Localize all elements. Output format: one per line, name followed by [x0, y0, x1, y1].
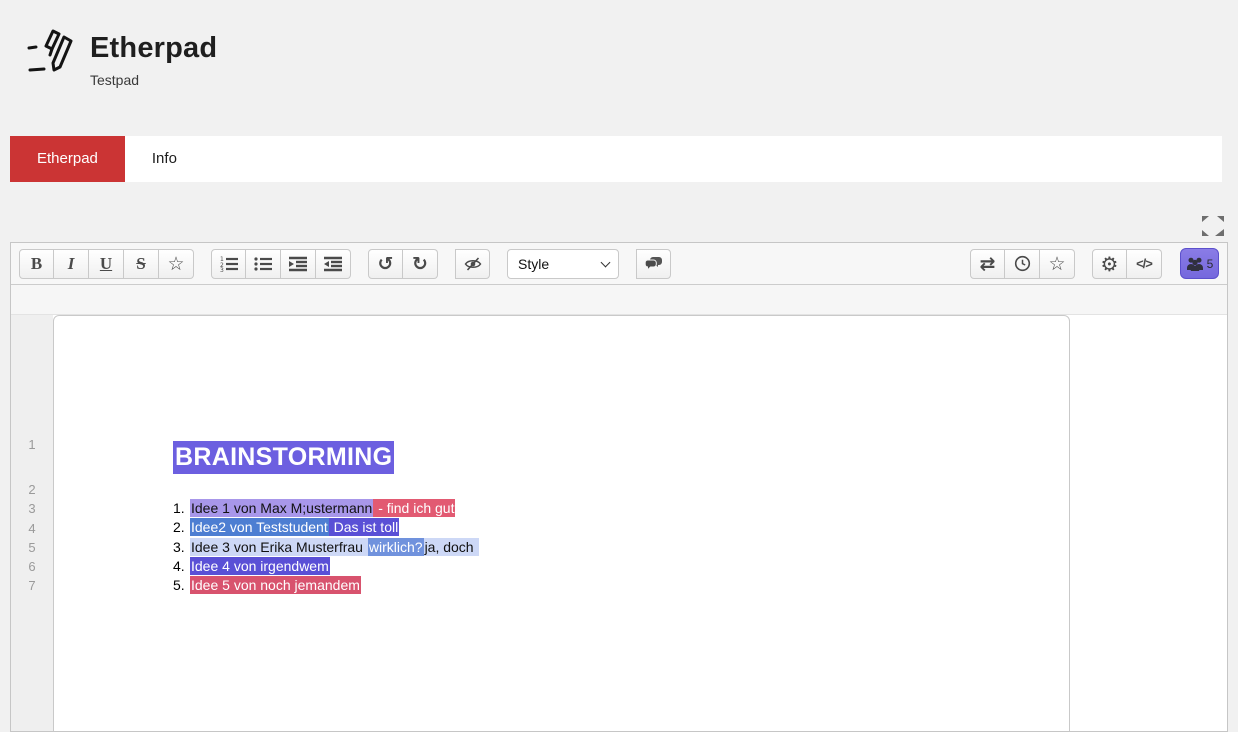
author-highlighted-text: wirklich?: [368, 538, 424, 556]
author-highlighted-text: Idee 1 von Max M;ustermann: [190, 499, 373, 517]
list-marker: 1.: [173, 499, 187, 518]
unordered-list-button[interactable]: [246, 249, 281, 279]
tab-bar: Etherpad Info: [10, 136, 1222, 182]
hide-authorship-button[interactable]: [455, 249, 490, 279]
settings-button[interactable]: ⚙: [1092, 249, 1127, 279]
list-item-line: 3.Idee 3 von Erika Musterfrau wirklich?j…: [173, 538, 1049, 557]
pad-page[interactable]: BRAINSTORMING 1.Idee 1 von Max M;usterma…: [53, 315, 1070, 731]
save-star-icon: ☆: [1048, 253, 1065, 275]
bold-icon: B: [31, 254, 42, 274]
line-number: 4: [11, 519, 53, 538]
indent-button[interactable]: [281, 249, 316, 279]
pad-tools-group: ⇄ ☆: [970, 249, 1075, 279]
redo-icon: ↻: [412, 253, 428, 275]
comment-button[interactable]: [636, 249, 671, 279]
app-title: Etherpad: [90, 32, 217, 65]
author-highlighted-text: Idee2 von Teststudent: [190, 518, 329, 536]
bold-button[interactable]: B: [19, 249, 54, 279]
undo-group: ↺ ↻: [368, 249, 438, 279]
style-dropdown[interactable]: Style: [507, 249, 619, 279]
list-item-line: 4.Idee 4 von irgendwem: [173, 557, 1049, 576]
pad-text-content[interactable]: BRAINSTORMING 1.Idee 1 von Max M;usterma…: [54, 316, 1069, 595]
unordered-list-icon: [254, 256, 272, 272]
users-count: 5: [1207, 257, 1214, 271]
author-highlighted-text: Idee 4 von irgendwem: [190, 557, 330, 575]
line-number: 3: [11, 499, 53, 518]
users-icon: [1186, 256, 1206, 272]
tab-etherpad[interactable]: Etherpad: [10, 136, 125, 182]
undo-icon: ↺: [378, 253, 394, 275]
clear-authorship-button[interactable]: ☆: [159, 249, 194, 279]
etherpad-page: Etherpad Testpad Etherpad Info B I U: [0, 0, 1238, 732]
line-number-gutter: 1234567: [11, 315, 53, 731]
heading-brainstorming: BRAINSTORMING: [173, 441, 394, 474]
outdent-button[interactable]: [316, 249, 351, 279]
header: Etherpad Testpad: [26, 24, 217, 88]
list-marker: 3.: [173, 538, 187, 557]
import-export-icon: ⇄: [980, 253, 996, 275]
toolbar-substrip: [11, 285, 1227, 315]
redo-button[interactable]: ↻: [403, 249, 438, 279]
editor-body: 1234567 BRAINSTORMING 1.Idee 1 von Max M…: [11, 315, 1227, 731]
gear-icon: ⚙: [1101, 252, 1119, 276]
strikethrough-button[interactable]: S: [124, 249, 159, 279]
style-select-wrap: Style: [507, 249, 619, 279]
list-marker: 5.: [173, 576, 187, 595]
author-highlighted-text: ja, doch: [424, 538, 479, 556]
list-item-line: 1.Idee 1 von Max M;ustermann - find ich …: [173, 499, 1049, 518]
line-number: 5: [11, 538, 53, 557]
author-highlighted-text: - find ich gut: [373, 499, 455, 517]
embed-button[interactable]: </>: [1127, 249, 1162, 279]
eye-slash-icon: [464, 256, 482, 272]
underline-icon: U: [100, 254, 112, 274]
list-marker: 4.: [173, 557, 187, 576]
timeslider-button[interactable]: [1005, 249, 1040, 279]
list-item-line: 2.Idee2 von Teststudent Das ist toll: [173, 518, 1049, 537]
pad-frame: B I U S ☆ 123: [10, 242, 1228, 732]
line-number: 1: [11, 437, 53, 480]
authorship-group: [455, 249, 490, 279]
author-highlighted-text: Idee 3 von Erika Musterfrau: [190, 538, 368, 556]
indent-icon: [289, 256, 307, 272]
list-item-line: 5.Idee 5 von noch jemandem: [173, 576, 1049, 595]
settings-group: ⚙ </>: [1092, 249, 1162, 279]
underline-button[interactable]: U: [89, 249, 124, 279]
fullscreen-expand-icon[interactable]: [1202, 216, 1224, 236]
line-number: 7: [11, 576, 53, 595]
clock-icon: [1014, 255, 1031, 272]
ordered-list-icon: 123: [220, 256, 238, 272]
comment-bubble-icon: [644, 256, 663, 272]
page-area: BRAINSTORMING 1.Idee 1 von Max M;usterma…: [53, 315, 1227, 731]
line-number: 2: [11, 480, 53, 499]
import-export-button[interactable]: ⇄: [970, 249, 1005, 279]
author-highlighted-text: Idee 5 von noch jemandem: [190, 576, 361, 594]
blank-line: [173, 474, 1049, 499]
svg-text:3: 3: [220, 267, 224, 272]
undo-button[interactable]: ↺: [368, 249, 403, 279]
list-group: 123: [211, 249, 351, 279]
star-icon: ☆: [167, 253, 184, 275]
strikethrough-icon: S: [136, 254, 145, 274]
author-highlighted-text: Das ist toll: [329, 518, 399, 536]
editor-toolbar: B I U S ☆ 123: [11, 243, 1227, 285]
heading-line: BRAINSTORMING: [173, 441, 1049, 474]
outdent-icon: [324, 256, 342, 272]
embed-code-icon: </>: [1136, 256, 1152, 271]
list-marker: 2.: [173, 518, 187, 537]
format-group: B I U S ☆: [19, 249, 194, 279]
tab-info[interactable]: Info: [125, 136, 204, 182]
comment-group: [636, 249, 671, 279]
italic-button[interactable]: I: [54, 249, 89, 279]
show-users-button[interactable]: 5: [1180, 248, 1219, 279]
line-number: 6: [11, 557, 53, 576]
save-revision-button[interactable]: ☆: [1040, 249, 1075, 279]
italic-icon: I: [68, 254, 75, 274]
pad-name: Testpad: [90, 72, 217, 88]
etherpad-logo-icon: [26, 24, 78, 80]
ordered-list-button[interactable]: 123: [211, 249, 246, 279]
